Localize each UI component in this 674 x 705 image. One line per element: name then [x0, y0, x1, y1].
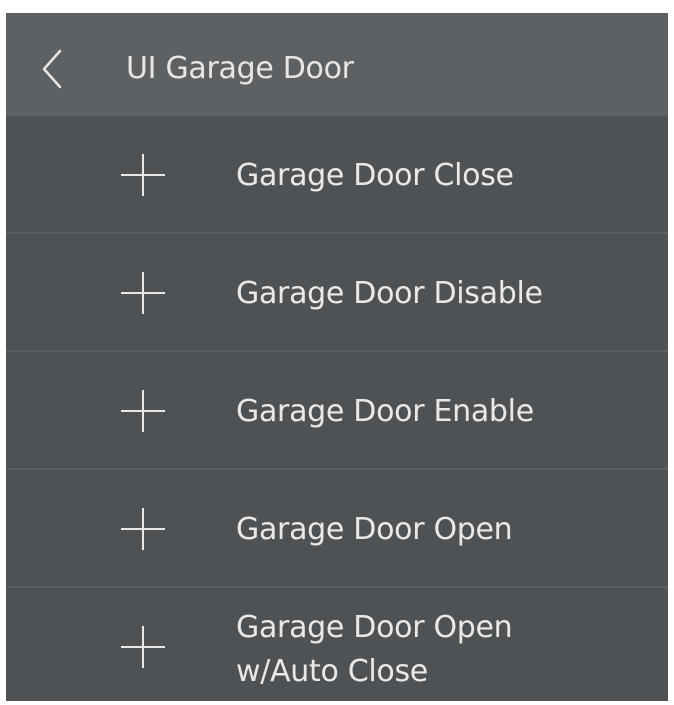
plus-icon [118, 504, 168, 554]
list-item-garage-door-disable[interactable]: Garage Door Disable [6, 234, 668, 352]
list-item-garage-door-open[interactable]: Garage Door Open [6, 470, 668, 588]
list-item-label: Garage Door Close [236, 157, 514, 193]
list-item-garage-door-enable[interactable]: Garage Door Enable [6, 352, 668, 470]
list-item-label-line: w/Auto Close [236, 654, 428, 689]
page-title: UI Garage Door [126, 51, 354, 86]
header-bar: UI Garage Door [6, 13, 668, 117]
garage-door-screen: UI Garage Door Garage Door Close Garage … [6, 13, 668, 701]
plus-icon [118, 622, 168, 672]
back-button[interactable] [32, 43, 72, 95]
list-item-label: Garage Door Disable [236, 275, 543, 311]
plus-icon [118, 268, 168, 318]
list-item-label-line: Garage Door Open [236, 610, 513, 645]
list-item-garage-door-open-auto-close[interactable]: Garage Door Open w/Auto Close [6, 588, 668, 701]
list-item-label: Garage Door Enable [236, 393, 534, 429]
list-item-label: Garage Door Open [236, 511, 513, 547]
plus-icon [118, 150, 168, 200]
list-item-label: Garage Door Open w/Auto Close [236, 606, 513, 694]
scene-list: Garage Door Close Garage Door Disable Ga… [6, 116, 668, 701]
list-item-garage-door-close[interactable]: Garage Door Close [6, 116, 668, 234]
plus-icon [118, 386, 168, 436]
chevron-left-icon [42, 49, 62, 89]
